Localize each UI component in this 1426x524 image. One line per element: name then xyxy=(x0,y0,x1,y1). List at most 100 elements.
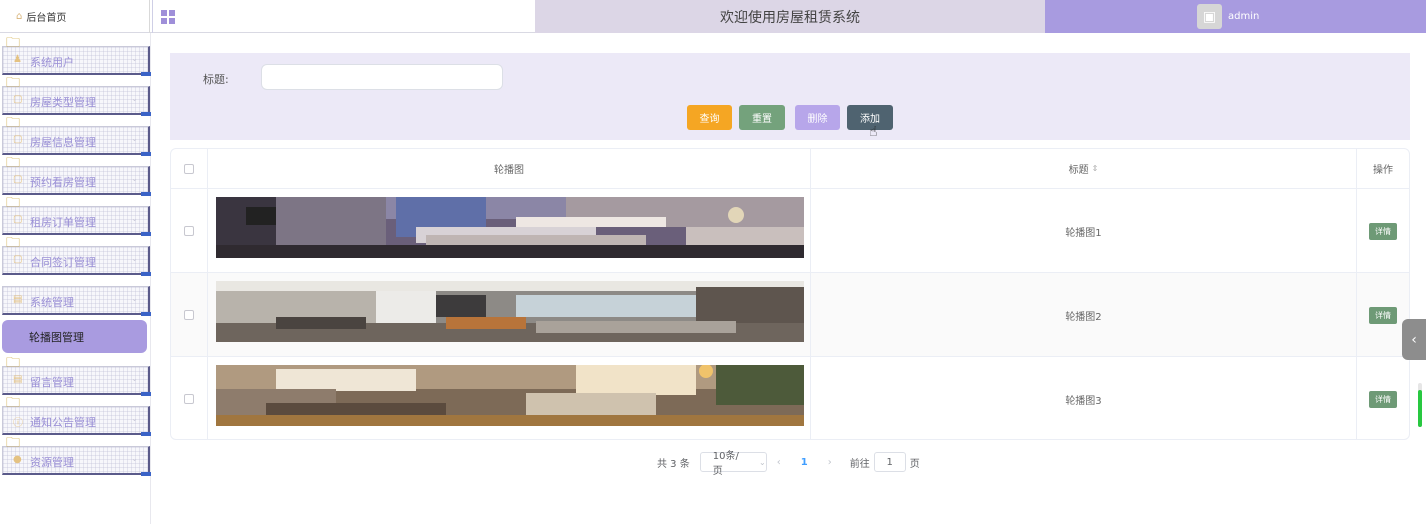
chevron-left-icon: ‹ xyxy=(1411,331,1417,348)
sidebar-item-label: 留言管理 xyxy=(30,376,74,389)
image-cell xyxy=(208,357,811,439)
row-checkbox[interactable] xyxy=(184,310,194,320)
clip-icon: 🗀 xyxy=(6,75,20,91)
chevron-down-icon: ⌄ xyxy=(131,454,138,463)
sort-icon[interactable]: ⇕ xyxy=(1092,164,1099,173)
title-cell: 轮播图2 xyxy=(811,273,1357,357)
total-count: 共 3 条 xyxy=(657,458,690,470)
action-cell: 详情 xyxy=(1357,357,1409,439)
sidebar-item-carousel[interactable]: 轮播图管理 xyxy=(2,320,147,353)
clip-icon: 🗀 xyxy=(6,35,20,51)
home-icon: ⌂ xyxy=(16,11,23,22)
prev-page-button[interactable]: ‹ xyxy=(777,457,781,468)
sidebar-item-label: 系统管理 xyxy=(30,296,74,309)
clip-icon: 🗀 xyxy=(6,115,20,131)
username: admin xyxy=(1228,11,1260,22)
title-cell: 轮播图3 xyxy=(811,357,1357,439)
sidebar-item-label: 房屋类型管理 xyxy=(30,96,96,109)
clip-icon: 🗀 xyxy=(6,395,20,411)
side-panel-toggle-button[interactable]: ‹ xyxy=(1402,319,1426,360)
menu-toggle-button[interactable] xyxy=(152,0,182,33)
scrollbar-thumb[interactable] xyxy=(1418,390,1422,427)
user-icon: ♟ xyxy=(13,54,22,65)
info-icon: ⓘ xyxy=(13,418,23,429)
row-checkbox[interactable] xyxy=(184,226,194,236)
sidebar-item-house-types[interactable]: 🗀 ▢ 房屋类型管理 ⌄ xyxy=(0,75,151,116)
page-size-select[interactable]: 10条/页 ⌄ xyxy=(699,451,767,477)
sidebar-item-contracts[interactable]: 🗀 ▢ 合同签订管理 ⌄ xyxy=(0,235,151,276)
carousel-image xyxy=(216,197,804,258)
goto-suffix: 页 xyxy=(909,458,920,470)
home-tab[interactable]: ⌂ 后台首页 xyxy=(0,0,150,33)
carousel-image xyxy=(216,281,804,342)
select-all-checkbox[interactable] xyxy=(184,163,194,174)
image-cell xyxy=(208,189,811,273)
row-select-cell xyxy=(171,357,208,439)
sidebar-item-resources[interactable]: 🗀 ● 资源管理 ⌄ xyxy=(0,435,151,476)
bulb-icon: ● xyxy=(13,454,22,465)
column-header-action: 操作 xyxy=(1357,149,1409,189)
table-row: 轮播图3 详情 xyxy=(171,357,1409,439)
top-bar: ⌂ 后台首页 欢迎使用房屋租赁系统 ▣ admin xyxy=(0,0,1426,33)
chevron-down-icon: ⌄ xyxy=(759,457,766,467)
doc-icon: ▢ xyxy=(13,134,23,145)
next-page-button[interactable]: › xyxy=(828,457,832,468)
clip-icon: 🗀 xyxy=(6,155,20,171)
goto-prefix: 前往 xyxy=(849,458,870,470)
avatar: ▣ xyxy=(1197,4,1222,29)
chevron-down-icon: ⌄ xyxy=(131,174,138,183)
hand-cursor-icon: ☝ xyxy=(869,124,878,140)
carousel-image xyxy=(216,365,804,426)
title-label: 标题: xyxy=(203,73,229,86)
doc-icon: ▢ xyxy=(13,174,23,185)
goto-page-input[interactable]: 1 xyxy=(873,452,906,472)
sidebar-item-viewings[interactable]: 🗀 ▢ 预约看房管理 ⌄ xyxy=(0,155,151,196)
table-row: 轮播图1 详情 xyxy=(171,189,1409,273)
page-size-value: 10条/页 xyxy=(712,451,739,477)
clip-icon: 🗀 xyxy=(6,435,20,451)
sidebar-item-label: 资源管理 xyxy=(30,456,74,469)
table-row: 轮播图2 详情 xyxy=(171,273,1409,357)
clip-icon: 🗀 xyxy=(6,195,20,211)
sidebar-item-messages[interactable]: 🗀 ▤ 留言管理 ⌄ xyxy=(0,355,151,396)
doc-icon: ▢ xyxy=(13,214,23,225)
sidebar-item-label: 预约看房管理 xyxy=(30,176,96,189)
sidebar-item-label: 通知公告管理 xyxy=(30,416,96,429)
sidebar-item-house-info[interactable]: 🗀 ▢ 房屋信息管理 ⌄ xyxy=(0,115,151,156)
sidebar-item-users[interactable]: 🗀 ♟ 系统用户 ⌄ xyxy=(0,35,151,76)
sidebar-item-system[interactable]: ▤ 系统管理 ⌄ xyxy=(0,275,151,316)
column-header-image: 轮播图 xyxy=(208,149,811,189)
detail-button[interactable]: 详情 xyxy=(1369,390,1397,408)
title-cell: 轮播图1 xyxy=(811,189,1357,273)
pagination: 共 3 条 10条/页 ⌄ ‹ 1 › 前往 1 页 xyxy=(657,451,920,477)
user-menu[interactable]: ▣ admin xyxy=(1045,0,1426,33)
reset-button[interactable]: 重置 xyxy=(739,105,785,130)
sidebar-item-label: 合同签订管理 xyxy=(30,256,96,269)
select-all-header xyxy=(171,149,208,189)
row-checkbox[interactable] xyxy=(184,394,194,404)
current-page[interactable]: 1 xyxy=(801,457,808,468)
row-select-cell xyxy=(171,189,208,273)
title-search-input[interactable] xyxy=(261,64,503,90)
detail-button[interactable]: 详情 xyxy=(1369,306,1397,324)
clip-icon: 🗀 xyxy=(6,355,20,371)
doc-icon: ▤ xyxy=(13,294,23,305)
chevron-down-icon: ⌄ xyxy=(131,294,138,303)
chevron-down-icon: ⌄ xyxy=(131,214,138,223)
chevron-down-icon: ⌄ xyxy=(131,374,138,383)
sidebar-item-notices[interactable]: 🗀 ⓘ 通知公告管理 ⌄ xyxy=(0,395,151,436)
carousel-table: 轮播图 标题 ⇕ 操作 轮播图1 详情 轮播图2 详情 轮播图3 详情 xyxy=(170,148,1410,440)
system-title: 欢迎使用房屋租赁系统 xyxy=(535,0,1045,33)
row-select-cell xyxy=(171,273,208,357)
sidebar-item-orders[interactable]: 🗀 ▢ 租房订单管理 ⌄ xyxy=(0,195,151,236)
clip-icon: 🗀 xyxy=(6,235,20,251)
column-header-title[interactable]: 标题 ⇕ xyxy=(811,149,1357,189)
sidebar-item-label: 租房订单管理 xyxy=(30,216,96,229)
detail-button[interactable]: 详情 xyxy=(1369,222,1397,240)
doc-icon: ▢ xyxy=(13,254,23,265)
grid-icon xyxy=(160,9,175,24)
sidebar: 🗀 ♟ 系统用户 ⌄ 🗀 ▢ 房屋类型管理 ⌄ 🗀 ▢ 房屋信息管理 ⌄ 🗀 ▢… xyxy=(0,33,151,524)
delete-button[interactable]: 删除 xyxy=(795,105,840,130)
sidebar-item-label: 房屋信息管理 xyxy=(30,136,96,149)
query-button[interactable]: 查询 xyxy=(687,105,732,130)
